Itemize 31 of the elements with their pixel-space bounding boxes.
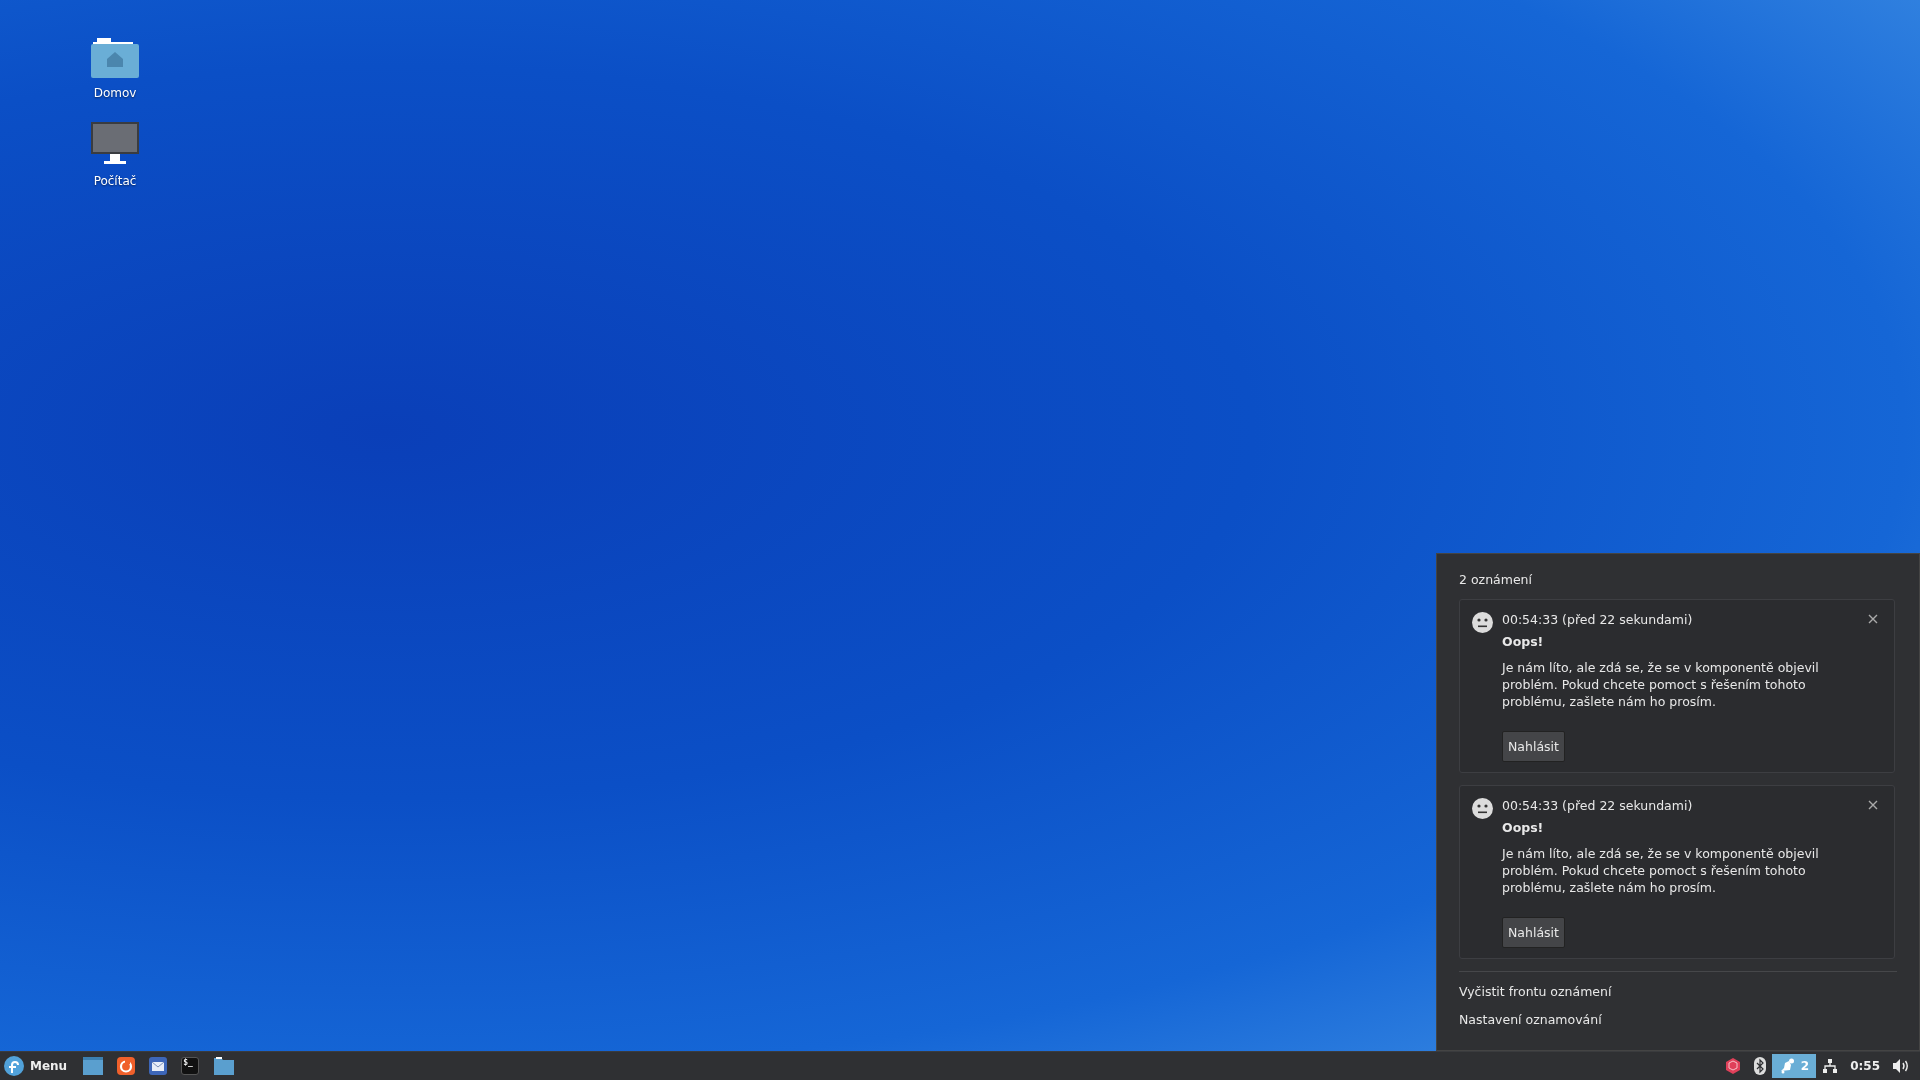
terminal-icon[interactable]: $_ [181,1057,200,1075]
notification-time: 00:54:33 (před 22 sekundami) [1502,612,1694,627]
notification-title: Oops! [1502,820,1545,835]
home-folder-icon [91,38,139,78]
notification-title: Oops! [1502,634,1545,649]
network-icon[interactable] [1822,1058,1839,1074]
close-icon[interactable] [1866,612,1880,626]
panel-link[interactable]: Nastavení oznamování [1459,1012,1602,1027]
mail-icon[interactable] [149,1057,168,1075]
computer-icon [91,122,139,166]
notification-body: Je nám líto, ale zdá se, že se v komponentě objevil problém. Pokud chcete pomoct s řešením tohoto problému, zašlete nám ho prosím. [1502,659,1820,710]
report-button[interactable]: Nahlásit [1502,731,1565,762]
menu-button[interactable]: Menu [4,1056,76,1076]
panel-link[interactable]: Vyčistit frontu oznámení [1459,984,1612,999]
notification-body: Je nám líto, ale zdá se, že se v komponentě objevil problém. Pokud chcete pomoct s řešením tohoto problému, zašlete nám ho prosím. [1502,845,1820,896]
notification-time: 00:54:33 (před 22 sekundami) [1502,798,1694,813]
bluetooth-icon[interactable] [1753,1057,1766,1075]
desktop-icon-label[interactable]: Domov [93,86,137,100]
sad-face-icon [1472,612,1493,633]
window-icon[interactable] [83,1057,104,1075]
sad-face-icon [1472,798,1493,819]
volume-icon[interactable] [1892,1058,1910,1074]
clock[interactable]: 0:55 [1844,1059,1886,1073]
desktop-icon-label[interactable]: Počítač [93,174,137,188]
close-icon[interactable] [1866,798,1880,812]
folder-icon[interactable] [213,1057,236,1075]
logo-icon [4,1056,24,1076]
notification-count: 2 oznámení [1459,572,1533,587]
browser-icon[interactable] [117,1057,136,1075]
package-icon[interactable] [1723,1057,1742,1075]
report-button[interactable]: Nahlásit [1502,917,1565,948]
